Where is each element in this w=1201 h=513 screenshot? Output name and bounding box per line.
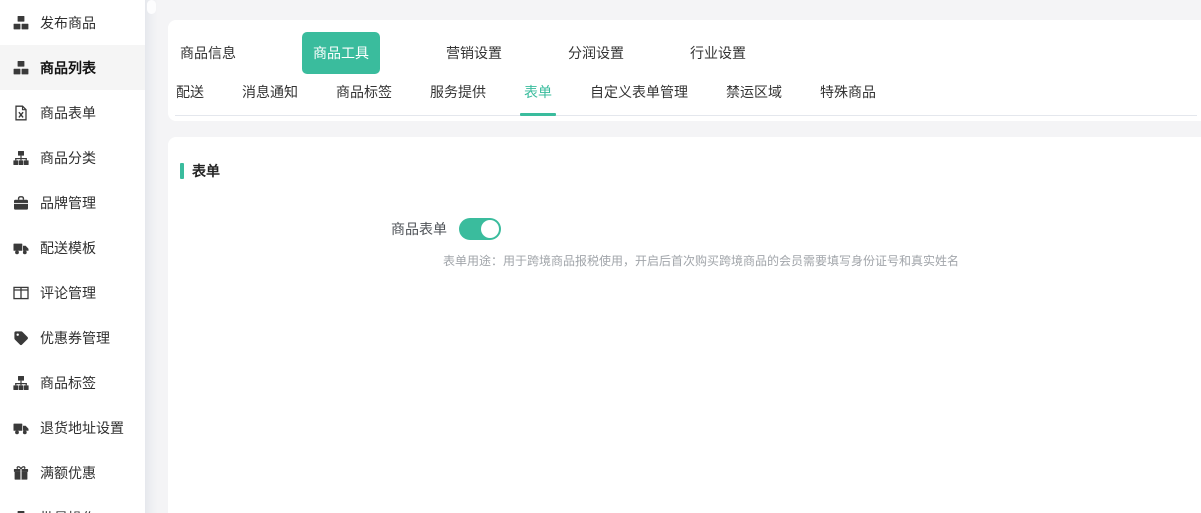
sitemap-icon: [13, 150, 29, 166]
primary-tabs: 商品信息 商品工具 营销设置 分润设置 行业设置: [168, 20, 1201, 72]
secondary-tab[interactable]: 消息通知: [242, 82, 298, 115]
sidebar-item-label: 退货地址设置: [40, 418, 124, 438]
truck-icon: [13, 420, 29, 436]
sitemap-icon: [13, 375, 29, 391]
section-header: 表单: [180, 161, 1201, 181]
secondary-tab-label: 自定义表单管理: [590, 84, 688, 100]
content-card: 表单 商品表单 表单用途：用于跨境商品报税使用，开启后首次购买跨境商品的会员需要…: [168, 137, 1201, 513]
secondary-tab[interactable]: 自定义表单管理: [590, 82, 688, 115]
secondary-tab-label: 服务提供: [430, 84, 486, 100]
primary-tab-label: 营销设置: [446, 45, 502, 61]
gift-icon: [13, 465, 29, 481]
sidebar-scrollbar-track: [145, 0, 158, 513]
secondary-tab[interactable]: 表单: [524, 82, 552, 115]
tag-icon: [13, 330, 29, 346]
primary-tab[interactable]: 营销设置: [446, 32, 502, 74]
sidebar-item-label: 商品列表: [40, 58, 96, 78]
tabs-card: 商品信息 商品工具 营销设置 分润设置 行业设置 配送 消息通知 商品标签 服务…: [168, 20, 1201, 121]
toggle-knob: [481, 220, 499, 238]
primary-tab-label: 行业设置: [690, 45, 746, 61]
primary-tab-label: 商品工具: [313, 45, 369, 61]
secondary-tab-label: 表单: [524, 84, 552, 100]
columns-icon: [13, 285, 29, 301]
sidebar-item[interactable]: 满额优惠: [0, 450, 145, 495]
secondary-tab[interactable]: 特殊商品: [820, 82, 876, 115]
cubes-icon: [13, 510, 29, 513]
sidebar-item[interactable]: 发布商品: [0, 0, 145, 45]
sidebar-item[interactable]: 商品列表: [0, 45, 145, 90]
secondary-tab-label: 禁运区域: [726, 84, 782, 100]
section-title: 表单: [192, 161, 220, 181]
secondary-tab[interactable]: 服务提供: [430, 82, 486, 115]
sidebar-item-label: 优惠券管理: [40, 328, 110, 348]
secondary-tab[interactable]: 配送: [176, 82, 204, 115]
product-form-toggle[interactable]: [459, 218, 501, 240]
product-form-row: 商品表单: [391, 218, 1201, 240]
sidebar-item-label: 发布商品: [40, 13, 96, 33]
sidebar-item[interactable]: 优惠券管理: [0, 315, 145, 360]
sidebar-item[interactable]: 品牌管理: [0, 180, 145, 225]
sidebar-item[interactable]: 商品分类: [0, 135, 145, 180]
file-excel-icon: [13, 105, 29, 121]
sidebar-item[interactable]: 商品标签: [0, 360, 145, 405]
sidebar-item-label: 商品标签: [40, 373, 96, 393]
sidebar-item[interactable]: 评论管理: [0, 270, 145, 315]
sidebar-item-label: 评论管理: [40, 283, 96, 303]
sidebar-item[interactable]: 批量操作: [0, 495, 145, 513]
secondary-tab[interactable]: 禁运区域: [726, 82, 782, 115]
secondary-tab-label: 消息通知: [242, 84, 298, 100]
primary-tab-label: 商品信息: [180, 45, 236, 61]
secondary-tab-label: 配送: [176, 84, 204, 100]
product-form-label: 商品表单: [391, 219, 447, 239]
cubes-icon: [13, 15, 29, 31]
cubes-icon: [13, 60, 29, 76]
secondary-tab-label: 商品标签: [336, 84, 392, 100]
sidebar-item-label: 商品表单: [40, 103, 96, 123]
primary-tab-label: 分润设置: [568, 45, 624, 61]
primary-tab[interactable]: 商品工具: [302, 32, 380, 74]
section-accent-bar: [180, 163, 184, 179]
primary-tab[interactable]: 行业设置: [690, 32, 746, 74]
primary-tab[interactable]: 商品信息: [180, 32, 236, 74]
sidebar-item-label: 品牌管理: [40, 193, 96, 213]
sidebar-item-label: 批量操作: [40, 508, 96, 513]
sidebar-item[interactable]: 退货地址设置: [0, 405, 145, 450]
briefcase-icon: [13, 195, 29, 211]
sidebar-item-label: 配送模板: [40, 238, 96, 258]
secondary-tab-label: 特殊商品: [820, 84, 876, 100]
secondary-tabs: 配送 消息通知 商品标签 服务提供 表单 自定义表单管理 禁运区域 特殊商品: [175, 82, 1197, 116]
secondary-tab[interactable]: 商品标签: [336, 82, 392, 115]
sidebar-scrollbar-thumb[interactable]: [147, 0, 156, 14]
sidebar-item[interactable]: 配送模板: [0, 225, 145, 270]
sidebar-item[interactable]: 商品表单: [0, 90, 145, 135]
primary-tab[interactable]: 分润设置: [568, 32, 624, 74]
product-form-help-text: 表单用途：用于跨境商品报税使用，开启后首次购买跨境商品的会员需要填写身份证号和真…: [443, 252, 1171, 269]
sidebar-item-label: 满额优惠: [40, 463, 96, 483]
truck-icon: [13, 240, 29, 256]
sidebar-item-label: 商品分类: [40, 148, 96, 168]
sidebar: 发布商品 商品列表 商品表单 商品分类 品牌管理 配送模板 评论管理 优惠券管理…: [0, 0, 145, 513]
